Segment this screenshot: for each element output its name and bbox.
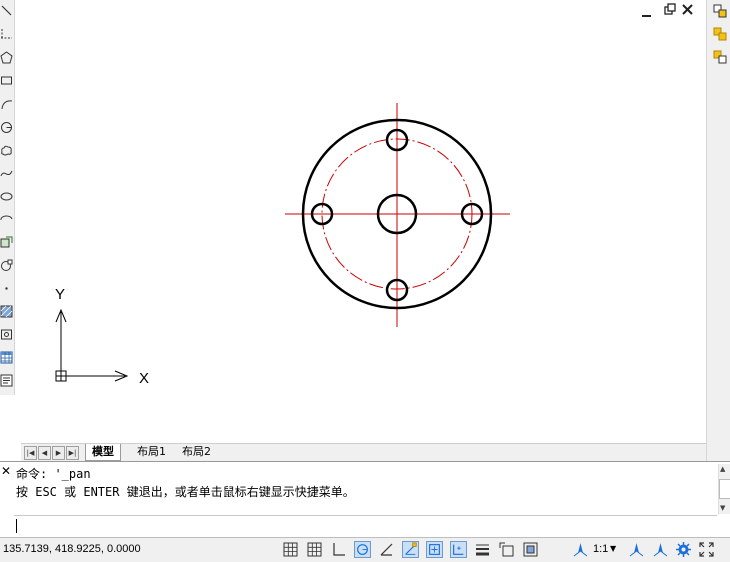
- scroll-up-icon[interactable]: ▲: [720, 465, 725, 473]
- close-command-window-icon[interactable]: ✕: [1, 464, 11, 478]
- table-tool-icon[interactable]: [0, 351, 13, 364]
- tab-layout2[interactable]: 布局2: [176, 444, 217, 460]
- annotation-scale-icon[interactable]: [572, 541, 589, 558]
- insert-block-tool-icon[interactable]: [0, 236, 13, 249]
- layout-tab-bar: |◀ ◀ ▶ ▶| 模型 布局1 布局2: [21, 443, 706, 462]
- spline-tool-icon[interactable]: [0, 167, 13, 180]
- annotation-scale-value[interactable]: 1:1: [593, 543, 608, 555]
- isometric-drafting-icon[interactable]: [378, 541, 395, 558]
- grid-display-icon[interactable]: [306, 541, 323, 558]
- ellipse-tool-icon[interactable]: [0, 190, 13, 203]
- revision-cloud-tool-icon[interactable]: [0, 144, 13, 157]
- fullscreen-icon[interactable]: [698, 541, 715, 558]
- command-history-line-1: 命令: '_pan: [16, 467, 91, 481]
- object-snap-icon[interactable]: [426, 541, 443, 558]
- snap-grid-icon[interactable]: [282, 541, 299, 558]
- next-tab-button[interactable]: ▶: [52, 446, 65, 460]
- prev-tab-button[interactable]: ◀: [38, 446, 51, 460]
- status-bar: 135.7139, 418.9225, 0.0000 1:1 ▼: [0, 537, 730, 562]
- offset-tool-icon[interactable]: [713, 50, 727, 64]
- ortho-mode-icon[interactable]: [330, 541, 347, 558]
- line-tool-icon[interactable]: [0, 4, 13, 17]
- scale-dropdown-icon[interactable]: ▼: [610, 544, 616, 553]
- ellipse-arc-tool-icon[interactable]: [0, 213, 13, 226]
- object-snap-tracking-icon[interactable]: [402, 541, 419, 558]
- polar-tracking-icon[interactable]: [354, 541, 371, 558]
- copy-tool-icon[interactable]: [713, 4, 727, 18]
- draw-toolbar: [0, 0, 15, 395]
- lineweight-icon[interactable]: [474, 541, 491, 558]
- command-history-line-2: 按 ESC 或 ENTER 键退出，或者单击鼠标右键显示快捷菜单。: [16, 485, 355, 499]
- restore-icon[interactable]: [664, 3, 676, 15]
- mirror-tool-icon[interactable]: [713, 27, 727, 41]
- drawing-svg: Y X: [55, 3, 693, 387]
- auto-scale-icon[interactable]: [652, 541, 669, 558]
- command-input[interactable]: [14, 515, 717, 536]
- text-caret: [16, 519, 17, 533]
- ucs-x-label: X: [139, 370, 149, 387]
- cursor-coordinates: 135.7139, 418.9225, 0.0000: [3, 543, 141, 555]
- ucs-y-label: Y: [55, 286, 65, 303]
- point-tool-icon[interactable]: [0, 282, 13, 295]
- annotation-visibility-icon[interactable]: [628, 541, 645, 558]
- multiline-text-tool-icon[interactable]: [0, 374, 13, 387]
- tab-layout1[interactable]: 布局1: [131, 444, 172, 460]
- scroll-down-icon[interactable]: ▼: [720, 504, 725, 512]
- circle-tool-icon[interactable]: [0, 121, 13, 134]
- drawing-area[interactable]: Y X: [21, 0, 705, 443]
- construction-line-tool-icon[interactable]: [0, 27, 13, 40]
- dynamic-ucs-icon[interactable]: [450, 541, 467, 558]
- selection-cycling-icon[interactable]: [498, 541, 515, 558]
- flange-drawing: [285, 103, 510, 327]
- polygon-tool-icon[interactable]: [0, 51, 13, 64]
- annotation-monitor-icon[interactable]: [522, 541, 539, 558]
- make-block-tool-icon[interactable]: [0, 259, 13, 272]
- rectangle-tool-icon[interactable]: [0, 74, 13, 87]
- ucs-icon: [55, 308, 129, 382]
- tab-model[interactable]: 模型: [85, 444, 121, 461]
- first-tab-button[interactable]: |◀: [24, 446, 37, 460]
- scroll-thumb[interactable]: [719, 479, 730, 499]
- close-icon[interactable]: [682, 4, 693, 15]
- hatch-tool-icon[interactable]: [0, 305, 13, 318]
- command-window: ✕ 命令: '_pan 按 ESC 或 ENTER 键退出，或者单击鼠标右键显示…: [0, 461, 730, 538]
- last-tab-button[interactable]: ▶|: [66, 446, 79, 460]
- workspace-settings-gear-icon[interactable]: [675, 541, 692, 558]
- region-tool-icon[interactable]: [0, 328, 13, 341]
- modify-toolbar: [706, 0, 730, 461]
- arc-tool-icon[interactable]: [0, 98, 13, 111]
- command-scrollbar[interactable]: ▲ ▼: [718, 464, 730, 514]
